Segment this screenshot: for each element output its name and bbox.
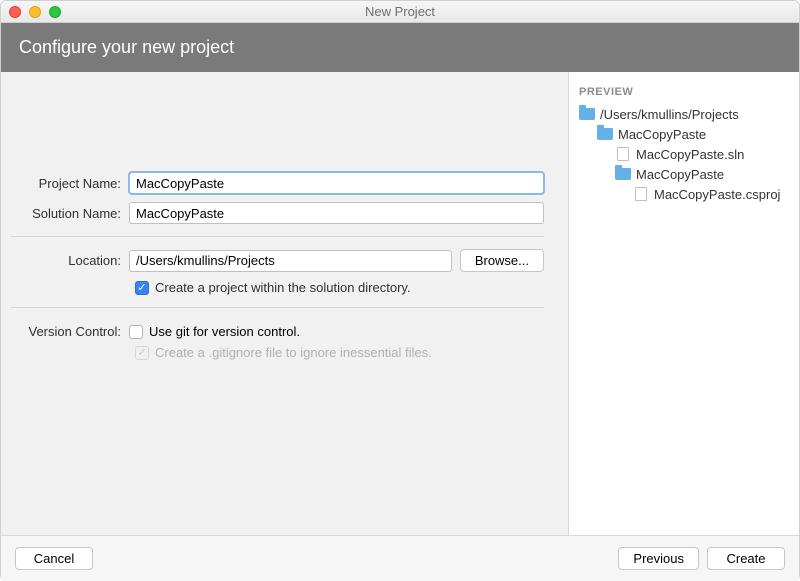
file-icon	[633, 187, 649, 201]
version-control-label: Version Control:	[11, 324, 129, 339]
tree-label: MacCopyPaste.csproj	[654, 187, 780, 202]
page-title: Configure your new project	[1, 23, 799, 72]
content: Project Name: Solution Name: Location: B…	[1, 72, 799, 535]
folder-icon	[597, 127, 613, 141]
tree-folder: /Users/kmullins/Projects	[579, 104, 789, 124]
preview-tree: /Users/kmullins/Projects MacCopyPaste Ma…	[579, 104, 789, 204]
preview-panel: PREVIEW /Users/kmullins/Projects MacCopy…	[569, 72, 799, 535]
solution-name-label: Solution Name:	[11, 206, 129, 221]
solution-name-input[interactable]	[129, 202, 544, 224]
gitignore-label: Create a .gitignore file to ignore iness…	[155, 345, 432, 360]
minimize-icon[interactable]	[29, 6, 41, 18]
tree-file: MacCopyPaste.sln	[579, 144, 789, 164]
browse-button[interactable]: Browse...	[460, 249, 544, 272]
create-in-solution-label: Create a project within the solution dir…	[155, 280, 411, 295]
form-panel: Project Name: Solution Name: Location: B…	[1, 72, 569, 535]
close-icon[interactable]	[9, 6, 21, 18]
tree-folder: MacCopyPaste	[579, 164, 789, 184]
location-input[interactable]	[129, 250, 452, 272]
titlebar: New Project	[1, 1, 799, 23]
location-label: Location:	[11, 253, 129, 268]
gitignore-checkbox: ✓	[135, 346, 149, 360]
window-controls	[9, 6, 61, 18]
create-button[interactable]: Create	[707, 547, 785, 570]
divider	[11, 236, 544, 237]
project-name-input[interactable]	[129, 172, 544, 194]
file-icon	[615, 147, 631, 161]
use-git-checkbox[interactable]	[129, 325, 143, 339]
tree-label: /Users/kmullins/Projects	[600, 107, 739, 122]
create-in-solution-checkbox[interactable]: ✓	[135, 281, 149, 295]
tree-folder: MacCopyPaste	[579, 124, 789, 144]
tree-label: MacCopyPaste	[618, 127, 706, 142]
tree-label: MacCopyPaste	[636, 167, 724, 182]
previous-button[interactable]: Previous	[618, 547, 699, 570]
footer: Cancel Previous Create	[1, 535, 799, 581]
preview-heading: PREVIEW	[579, 86, 789, 98]
divider	[11, 307, 544, 308]
use-git-label: Use git for version control.	[149, 324, 300, 339]
project-name-label: Project Name:	[11, 176, 129, 191]
cancel-button[interactable]: Cancel	[15, 547, 93, 570]
tree-file: MacCopyPaste.csproj	[579, 184, 789, 204]
maximize-icon[interactable]	[49, 6, 61, 18]
folder-icon	[579, 107, 595, 121]
folder-icon	[615, 167, 631, 181]
tree-label: MacCopyPaste.sln	[636, 147, 744, 162]
window-title: New Project	[365, 4, 435, 19]
